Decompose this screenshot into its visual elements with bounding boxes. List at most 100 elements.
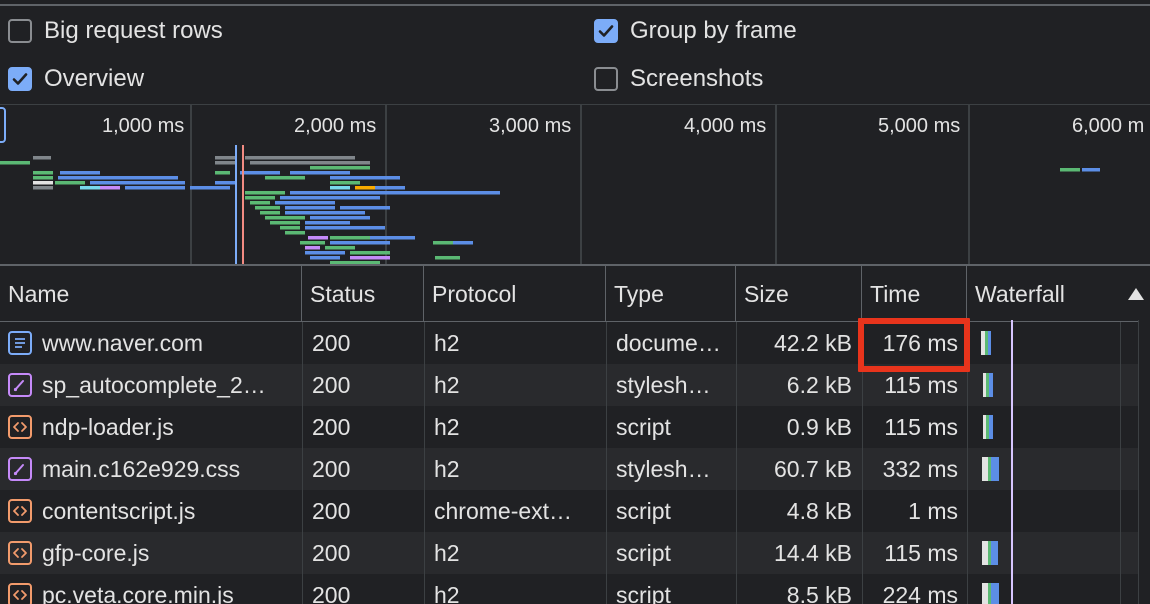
table-scrollbar[interactable] [1138,320,1150,604]
group-by-frame-option[interactable]: Group by frame [594,17,797,45]
screenshots-label: Screenshots [630,65,764,92]
overview-request-bar [310,166,370,170]
waterfall-bar [989,373,993,397]
overview-request-bar [190,186,230,190]
overview-request-bar [33,186,53,190]
overview-request-bar [285,211,365,215]
cell-protocol: h2 [434,414,460,440]
stylesheet-icon [8,373,32,397]
overview-request-bar [310,256,340,260]
overview-request-bar [285,206,335,210]
overview-checkbox[interactable] [8,67,32,91]
cell-protocol: h2 [434,582,460,604]
cell-size: 4.8 kB [786,498,852,524]
table-row[interactable]: main.c162e929.css 200 h2 stylesh… 60.7 kB 332… [0,448,1150,490]
overview-request-bar [325,246,355,250]
load-event-marker [242,145,244,265]
overview-request-bar [330,236,370,240]
column-separator [606,322,607,604]
group-by-frame-checkbox[interactable] [594,19,618,43]
overview-request-bar [265,216,305,220]
script-icon [8,499,32,523]
column-header-waterfall[interactable]: Waterfall [967,266,1150,322]
column-separator [736,322,737,604]
script-icon [8,415,32,439]
column-header-time[interactable]: Time [862,266,967,322]
waterfall-load-line [1011,320,1013,604]
big-request-rows-option[interactable]: Big request rows [8,17,223,45]
overview-request-bar [33,176,53,180]
screenshots-checkbox[interactable] [594,67,618,91]
cell-time: 115 ms [884,540,958,566]
table-row[interactable]: ndp-loader.js 200 h2 script 0.9 kB 115 ms [0,406,1150,448]
overview-request-bar [245,191,285,195]
network-overview[interactable]: 1,000 ms 2,000 ms 3,000 ms 4,000 ms 5,00… [0,104,1150,265]
table-row[interactable]: pc.veta.core.min.js 200 h2 script 8.5 kB 224 … [0,574,1150,604]
cell-protocol: h2 [434,372,460,398]
table-row[interactable]: sp_autocomplete_2… 200 h2 stylesh… 6.2 kB 115… [0,364,1150,406]
overview-request-bar [215,161,235,165]
overview-request-bar [305,221,350,225]
document-icon [8,331,32,355]
overview-request-bar [330,186,350,190]
big-request-rows-checkbox[interactable] [8,19,32,43]
overview-request-bar [33,156,51,160]
cell-protocol: h2 [434,540,460,566]
table-row[interactable]: contentscript.js 200 chrome-ext… script 4.8 … [0,490,1150,532]
cell-size: 8.5 kB [786,582,852,604]
table-row[interactable]: gfp-core.js 200 h2 script 14.4 kB 115 ms [0,532,1150,574]
toolbar-divider [0,4,1150,6]
screenshots-option[interactable]: Screenshots [594,65,763,93]
overview-request-bar [255,206,280,210]
waterfall-label: Waterfall [975,281,1065,307]
column-header-name[interactable]: Name [0,266,302,322]
stylesheet-icon [8,457,32,481]
overview-request-bar [290,191,370,195]
overview-request-bar [330,181,360,185]
overview-request-bar [360,191,500,195]
overview-request-bar [305,251,345,255]
table-row[interactable]: www.naver.com 200 h2 docume… 42.2 kB 176 ms [0,322,1150,364]
overview-request-bar [453,241,473,245]
overview-request-bar [60,171,100,175]
cell-protocol: h2 [434,330,460,356]
column-header-type[interactable]: Type [606,266,736,322]
overview-request-bar [435,256,460,260]
checkmark-icon [598,25,614,37]
cell-size: 60.7 kB [774,456,852,482]
cell-name: main.c162e929.css [42,456,241,482]
cell-type: script [616,498,671,524]
cell-name: ndp-loader.js [42,414,174,440]
column-header-size[interactable]: Size [736,266,862,322]
sort-ascending-icon [1128,288,1144,300]
column-header-protocol[interactable]: Protocol [424,266,606,322]
overview-request-bar [100,186,120,190]
request-table: Name Status Protocol Type Size Time Wate… [0,264,1150,604]
overview-request-bars [0,156,1100,265]
overview-request-bar [310,216,370,220]
cell-name: www.naver.com [42,330,204,356]
table-header: Name Status Protocol Type Size Time Wate… [0,266,1150,322]
overview-request-bar [280,196,380,200]
overview-request-bar [355,186,375,190]
cell-status: 200 [312,330,351,356]
overview-request-bar [290,171,350,175]
cell-type: script [616,540,671,566]
overview-request-bar [280,226,300,230]
cell-status: 200 [312,498,351,524]
time-cell-highlight [858,318,970,372]
column-header-status[interactable]: Status [302,266,424,322]
cell-size: 42.2 kB [774,330,852,356]
cell-type: stylesh… [616,456,711,482]
overview-request-bar [370,236,415,240]
cell-type: script [616,582,671,604]
overview-option[interactable]: Overview [8,65,144,93]
cell-protocol: h2 [434,456,460,482]
waterfall-bar [988,331,991,355]
cell-size: 14.4 kB [774,540,852,566]
overview-request-bar [340,206,390,210]
overview-request-bar [375,186,405,190]
overview-request-bar [215,156,235,160]
overview-request-bar [90,181,185,185]
cell-status: 200 [312,456,351,482]
